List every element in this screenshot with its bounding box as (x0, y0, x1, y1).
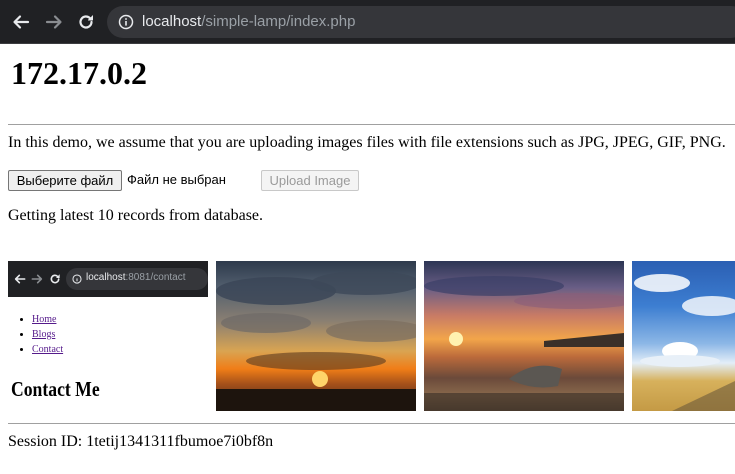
thumb-contact-title: Contact Me (11, 377, 100, 401)
divider-top (8, 124, 735, 125)
thumb-url-path: :8081/contact (125, 272, 186, 283)
sunset-clouds-art (216, 271, 416, 411)
forward-button[interactable] (42, 10, 66, 34)
beach-sunset-art (424, 276, 624, 411)
address-bar[interactable]: localhost/simple-lamp/index.php (107, 6, 735, 38)
thumb-nav-item: Home (32, 312, 63, 327)
upload-image-button[interactable]: Upload Image (261, 170, 359, 191)
session-id: Session ID: 1tetij1341311fbumoe7i0bf8n (8, 433, 274, 450)
blue-sky-field-art (634, 274, 735, 411)
thumb-reload-icon (50, 274, 60, 284)
page-heading: 172.17.0.2 (11, 55, 147, 91)
reload-button[interactable] (74, 10, 98, 34)
image-thumbnail-blue-sky-field (632, 261, 735, 411)
thumb-site-info-icon (72, 274, 82, 284)
thumb-browser-toolbar: localhost:8081/contact (8, 261, 208, 297)
image-thumbnail-beach-sunset (424, 261, 624, 411)
thumb-back-arrow-icon (14, 274, 26, 284)
reload-icon (79, 15, 93, 29)
forward-arrow-icon (45, 15, 62, 29)
thumb-nav-item: Contact (32, 342, 63, 357)
thumb-forward-arrow-icon (31, 274, 43, 284)
thumb-link-home: Home (32, 314, 57, 325)
browser-toolbar: localhost/simple-lamp/index.php (0, 0, 735, 44)
image-thumbnail-contact-screenshot: localhost:8081/contact Home Blogs Contac… (8, 261, 208, 411)
records-status: Getting latest 10 records from database. (8, 207, 264, 224)
site-info-icon[interactable] (118, 14, 134, 30)
url-path: /simple-lamp/index.php (201, 13, 356, 30)
thumb-nav-item: Blogs (32, 327, 63, 342)
thumb-url: localhost:8081/contact (86, 272, 186, 283)
url-host: localhost (142, 13, 202, 30)
no-file-label: Файл не выбран (127, 172, 226, 187)
back-arrow-icon (13, 15, 30, 29)
thumb-link-contact: Contact (32, 344, 64, 355)
thumb-url-host: localhost (86, 272, 126, 283)
address-url: localhost/simple-lamp/index.php (142, 13, 355, 30)
upload-note: In this demo, we assume that you are upl… (8, 134, 726, 151)
thumb-nav-list: Home Blogs Contact (12, 312, 63, 357)
thumb-address-bar: localhost:8081/contact (66, 268, 208, 290)
back-button[interactable] (9, 10, 33, 34)
image-thumbnail-sunset-clouds (216, 261, 416, 411)
choose-file-button[interactable]: Выберите файл (8, 170, 122, 191)
thumb-link-blogs: Blogs (32, 329, 56, 340)
divider-bottom (8, 423, 735, 424)
